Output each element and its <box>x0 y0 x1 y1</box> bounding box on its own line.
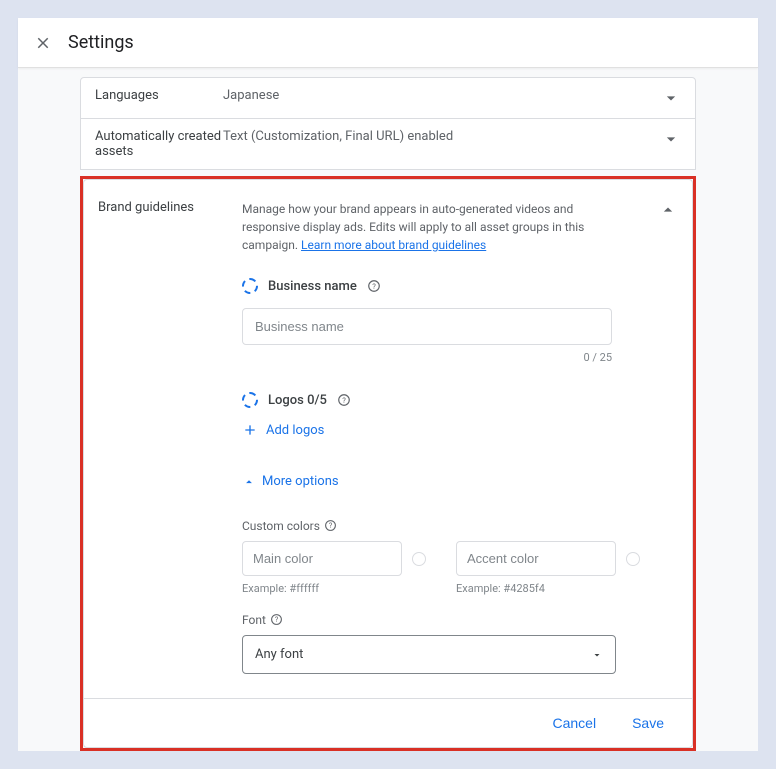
business-name-input[interactable] <box>242 308 612 345</box>
help-icon[interactable]: ? <box>324 519 338 533</box>
svg-text:?: ? <box>275 615 279 624</box>
logos-heading: Logos 0/5 ? <box>242 392 678 408</box>
add-logos-button[interactable]: Add logos <box>242 422 678 438</box>
main-color-input[interactable] <box>242 541 402 576</box>
dropdown-icon <box>591 649 603 661</box>
chevron-down-icon[interactable] <box>661 129 681 149</box>
settings-header: Settings <box>18 18 758 68</box>
custom-colors-label: Custom colors ? <box>242 519 678 533</box>
svg-text:?: ? <box>329 521 333 530</box>
accent-color-input[interactable] <box>456 541 616 576</box>
chevron-down-icon[interactable] <box>661 88 681 108</box>
svg-text:?: ? <box>372 282 376 291</box>
svg-text:?: ? <box>342 396 346 405</box>
auto-assets-label: Automatically created assets <box>95 129 223 159</box>
languages-row[interactable]: Languages Japanese <box>80 77 696 119</box>
font-label: Font ? <box>242 613 678 627</box>
auto-assets-value: Text (Customization, Final URL) enabled <box>223 129 661 144</box>
brand-guidelines-highlight: Brand guidelines Manage how your brand a… <box>80 176 696 751</box>
languages-label: Languages <box>95 88 223 103</box>
plus-icon <box>242 422 258 438</box>
brand-guidelines-label: Brand guidelines <box>98 200 242 215</box>
help-icon[interactable]: ? <box>270 613 284 627</box>
main-color-swatch[interactable] <box>412 552 426 566</box>
accent-color-swatch[interactable] <box>626 552 640 566</box>
languages-value: Japanese <box>223 88 661 103</box>
progress-circle-icon <box>242 392 258 408</box>
progress-circle-icon <box>242 278 258 294</box>
brand-guidelines-desc: Manage how your brand appears in auto-ge… <box>242 200 658 254</box>
business-name-counter: 0 / 25 <box>242 351 612 364</box>
font-select[interactable]: Any font <box>242 635 616 674</box>
help-icon[interactable]: ? <box>367 279 381 293</box>
close-icon[interactable] <box>34 34 52 52</box>
panel-footer: Cancel Save <box>84 698 692 747</box>
auto-assets-row[interactable]: Automatically created assets Text (Custo… <box>80 118 696 170</box>
business-name-heading: Business name ? <box>242 278 678 294</box>
more-options-toggle[interactable]: More options <box>242 474 678 489</box>
learn-more-link[interactable]: Learn more about brand guidelines <box>301 238 486 252</box>
accent-color-example: Example: #4285f4 <box>456 582 640 595</box>
main-color-example: Example: #ffffff <box>242 582 426 595</box>
cancel-button[interactable]: Cancel <box>544 709 604 737</box>
page-title: Settings <box>68 32 134 53</box>
help-icon[interactable]: ? <box>337 393 351 407</box>
save-button[interactable]: Save <box>624 709 672 737</box>
chevron-up-icon[interactable] <box>658 200 678 220</box>
chevron-up-icon <box>242 475 256 489</box>
